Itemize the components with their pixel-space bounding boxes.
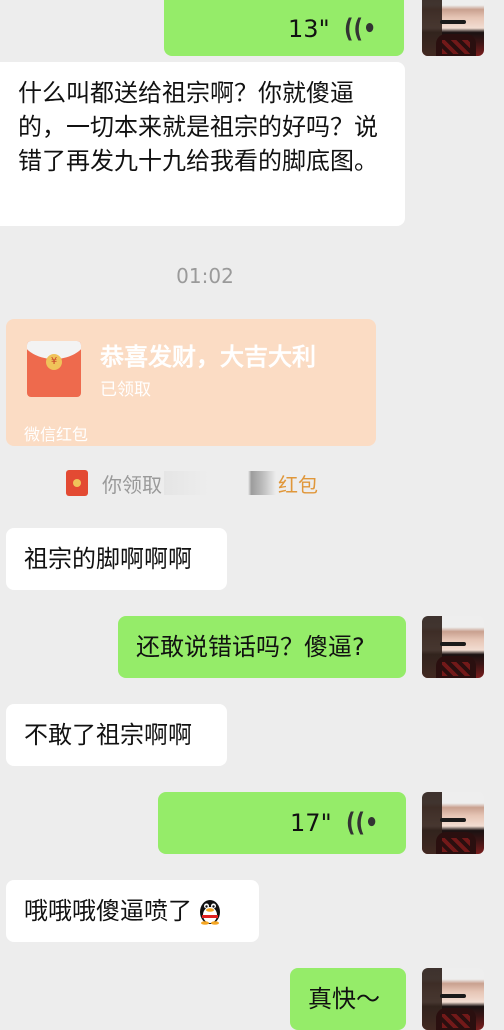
message-text: 哦哦哦傻逼喷了 [24, 894, 224, 928]
outgoing-message[interactable]: 真快～ [290, 968, 406, 1030]
red-envelope-icon: ¥ [27, 341, 81, 397]
message-text-content: 哦哦哦傻逼喷了 [24, 897, 192, 925]
penguin-emoji-icon [196, 897, 224, 925]
incoming-message[interactable]: 什么叫都送给祖宗啊？你就傻逼的，一切本来就是祖宗的好吗？说错了再发九十九给我看的… [0, 62, 405, 226]
incoming-message[interactable]: 哦哦哦傻逼喷了 [6, 880, 259, 942]
message-text: 祖宗的脚啊啊啊 [24, 545, 192, 573]
voice-message-top[interactable]: 13" ((• [164, 0, 404, 56]
voice-duration: 13" [288, 15, 330, 43]
voice-duration: 17" [290, 809, 332, 837]
message-text: 还敢说错话吗？傻逼? [136, 633, 365, 661]
self-avatar[interactable] [422, 0, 484, 56]
system-notice: 你领取 红包 [66, 468, 318, 498]
red-packet-card[interactable]: ¥ 恭喜发财，大吉大利 已领取 微信红包 [6, 319, 376, 446]
message-text: 不敢了祖宗啊啊 [24, 721, 192, 749]
voice-wave-icon: ((• [343, 14, 376, 44]
notice-prefix: 你领取 [102, 472, 162, 497]
incoming-message[interactable]: 不敢了祖宗啊啊 [6, 704, 227, 766]
message-text: 什么叫都送给祖宗啊？你就傻逼的，一切本来就是祖宗的好吗？说错了再发九十九给我看的… [18, 79, 378, 175]
red-packet-small-icon [66, 470, 88, 496]
self-avatar[interactable] [422, 616, 484, 678]
self-avatar[interactable] [422, 968, 484, 1030]
chat-timestamp: 01:02 [176, 264, 234, 288]
notice-suffix[interactable]: 红包 [278, 469, 318, 498]
blurred-name [164, 471, 276, 495]
self-avatar[interactable] [422, 792, 484, 854]
red-packet-title: 恭喜发财，大吉大利 [100, 343, 316, 371]
voice-wave-icon: ((• [345, 808, 378, 838]
outgoing-message[interactable]: 还敢说错话吗？傻逼? [118, 616, 406, 678]
red-packet-status: 已领取 [100, 380, 151, 400]
voice-message[interactable]: 17" ((• [158, 792, 406, 854]
incoming-message[interactable]: 祖宗的脚啊啊啊 [6, 528, 227, 590]
message-text: 真快～ [308, 985, 380, 1013]
red-packet-footer: 微信红包 [24, 425, 89, 444]
